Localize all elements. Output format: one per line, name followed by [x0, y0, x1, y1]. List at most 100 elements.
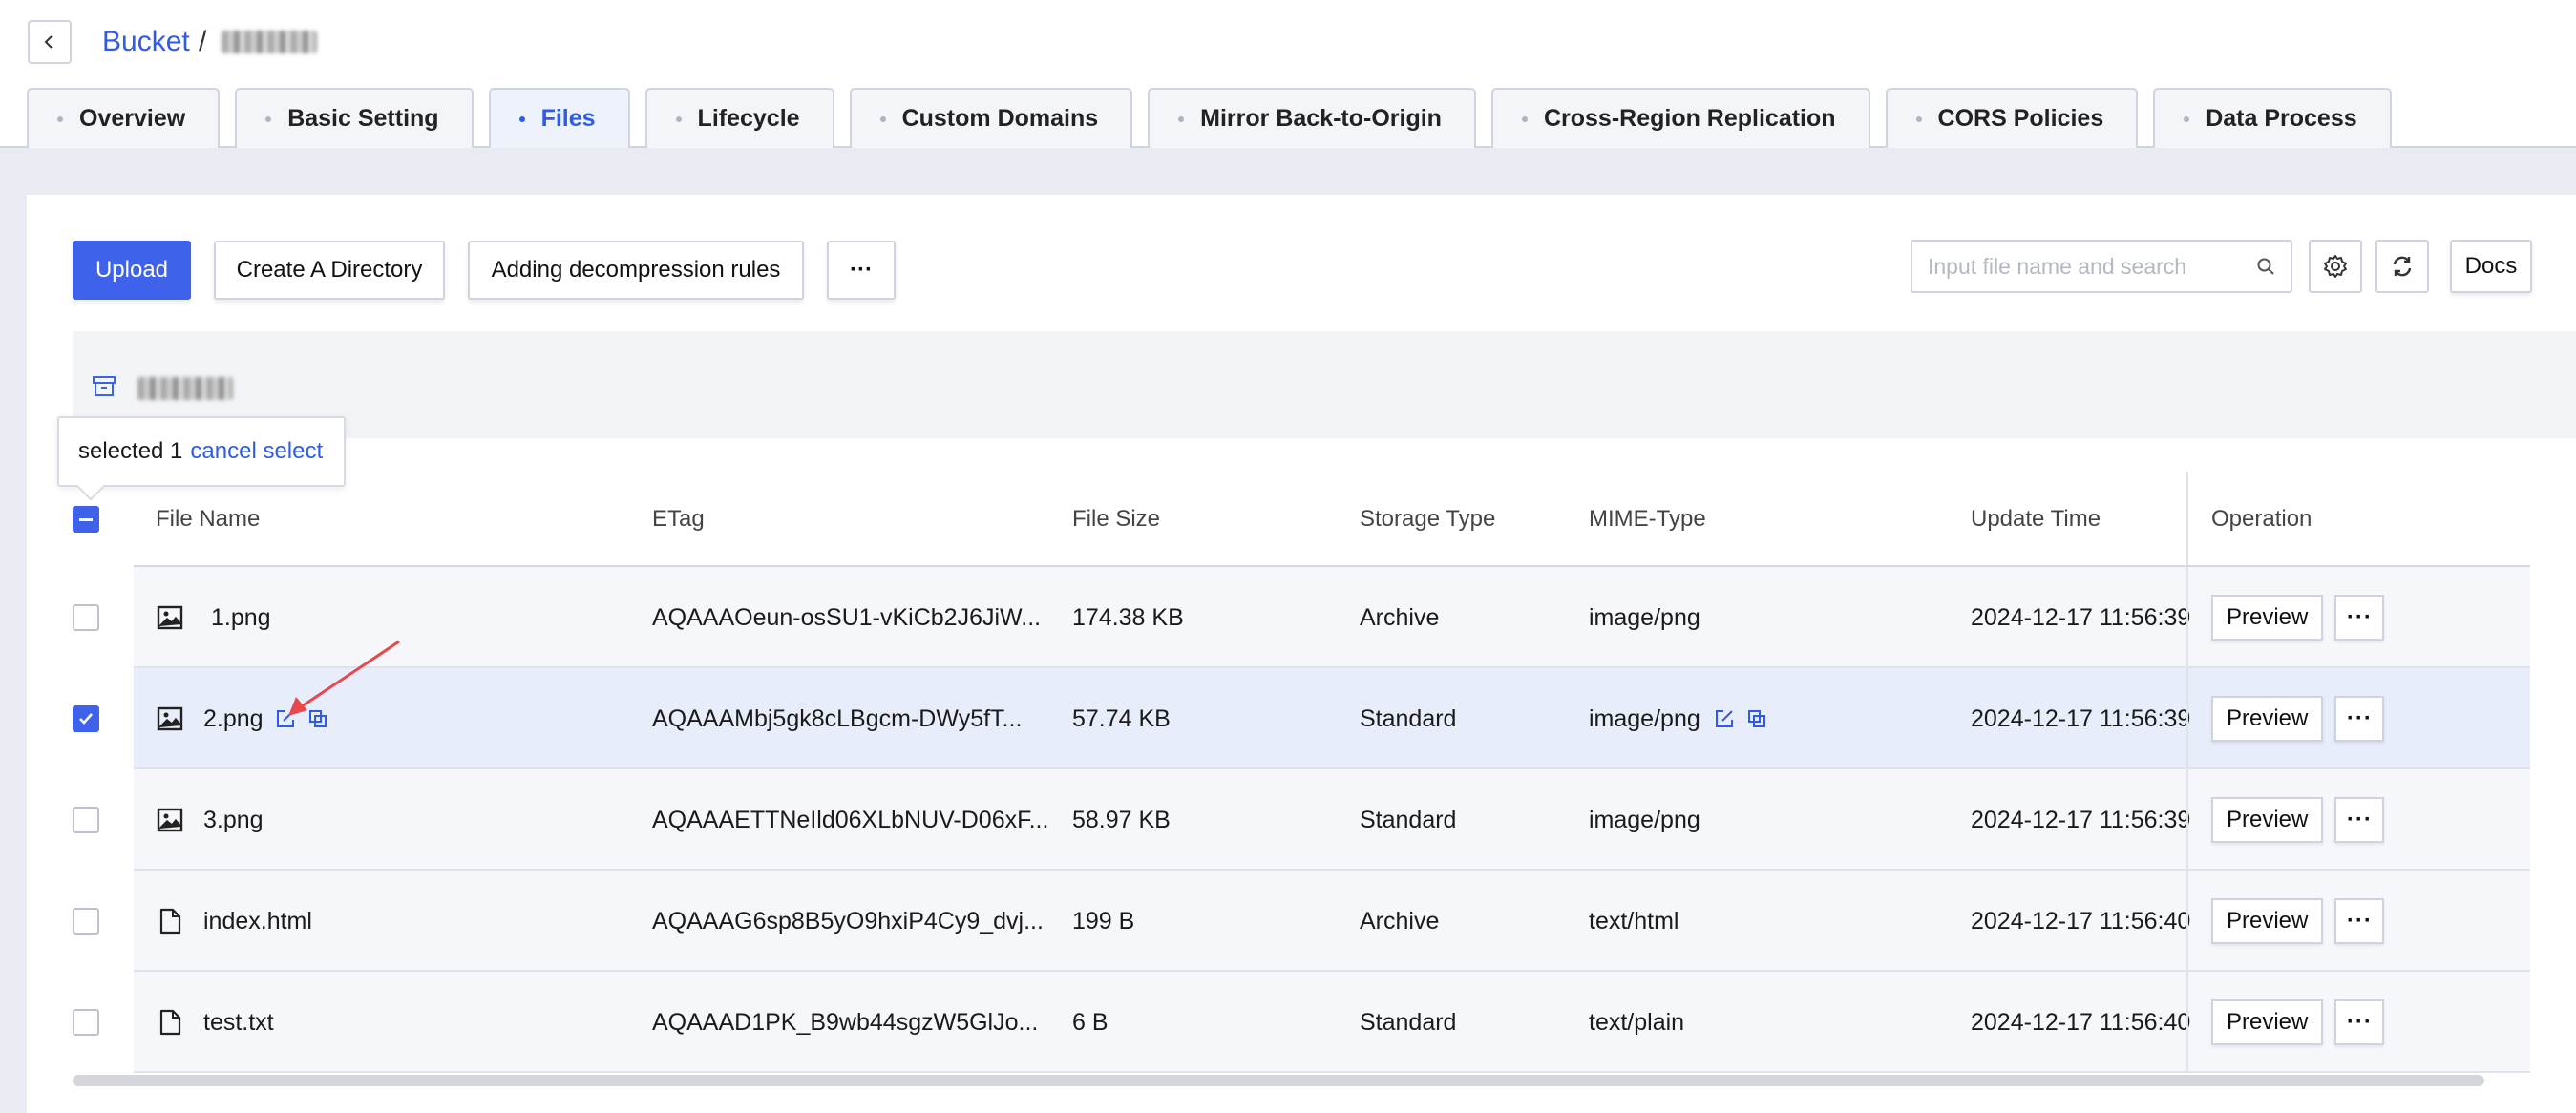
header-update-time: Update Time: [1971, 506, 2101, 532]
operation-cell: Preview ···: [2186, 871, 2530, 972]
update-time-cell: 2024-12-17 11:56:39: [1971, 806, 2191, 833]
row-checkbox[interactable]: [73, 705, 99, 732]
update-time-cell: 2024-12-17 11:56:39: [1971, 603, 2191, 631]
storage-type-cell: Standard: [1360, 806, 1457, 833]
back-button[interactable]: [28, 20, 72, 64]
row-more-button[interactable]: ···: [2334, 999, 2385, 1045]
search-box: [1911, 240, 2292, 293]
mime-type-value: image/png: [1589, 704, 1700, 732]
tab-dot: [518, 116, 525, 122]
tab-files[interactable]: Files: [488, 88, 630, 148]
table-row[interactable]: index.html AQAAAG6sp8B5yO9hxiP4Cy9_dvj..…: [27, 871, 2576, 972]
file-name[interactable]: index.html: [203, 908, 312, 935]
search-input[interactable]: [1928, 253, 2256, 280]
tab-dot: [1915, 116, 1922, 122]
breadcrumb-bucket-link[interactable]: Bucket: [102, 23, 190, 61]
file-name-cell: 1.png: [156, 567, 271, 668]
current-path-bar: [73, 331, 2576, 438]
file-size-cell: 6 B: [1072, 1008, 1109, 1036]
tab-custom-domains[interactable]: Custom Domains: [849, 88, 1133, 148]
file-name-cell: index.html: [156, 871, 312, 972]
more-actions-button[interactable]: ···: [827, 241, 896, 300]
annotation-arrow-icon: [288, 640, 400, 716]
tab-dot: [879, 116, 886, 122]
mime-type-cell: image/png: [1589, 806, 1700, 833]
tab-data-process[interactable]: Data Process: [2153, 88, 2392, 148]
row-checkbox[interactable]: [73, 908, 99, 934]
file-name[interactable]: 1.png: [211, 604, 271, 632]
upload-button[interactable]: Upload: [73, 241, 191, 300]
row-checkbox[interactable]: [73, 807, 99, 833]
tab-dot: [2184, 116, 2190, 122]
path-name-redacted: [137, 377, 233, 400]
page-header: Bucket / Overview Basic Setting Files Li…: [0, 0, 2576, 148]
tab-dot: [57, 116, 63, 122]
chevron-left-icon: [44, 35, 53, 49]
edit-icon[interactable]: [1714, 708, 1735, 729]
tab-dot: [265, 116, 272, 122]
tab-cors-policies[interactable]: CORS Policies: [1885, 88, 2139, 148]
file-name[interactable]: 2.png: [203, 705, 264, 733]
mime-type-cell: text/plain: [1589, 1008, 1685, 1036]
tab-mirror-back-to-origin[interactable]: Mirror Back-to-Origin: [1148, 88, 1476, 148]
docs-button[interactable]: Docs: [2450, 240, 2532, 293]
operation-cell: Preview ···: [2186, 769, 2530, 871]
preview-button[interactable]: Preview: [2211, 797, 2324, 843]
settings-button[interactable]: [2309, 240, 2362, 293]
row-more-button[interactable]: ···: [2334, 696, 2385, 742]
refresh-button[interactable]: [2375, 240, 2429, 293]
document-icon: [159, 908, 181, 934]
document-icon: [159, 1009, 181, 1036]
preview-button[interactable]: Preview: [2211, 898, 2324, 944]
table-row[interactable]: 3.png AQAAAETTNeIld06XLbNUV-D06xF... 58.…: [27, 769, 2576, 871]
row-more-button[interactable]: ···: [2334, 595, 2385, 640]
operation-cell: Preview ···: [2186, 972, 2530, 1073]
mime-type-cell: image/png: [1589, 668, 1767, 769]
search-icon[interactable]: [2256, 257, 2275, 276]
tab-bar: Overview Basic Setting Files Lifecycle C…: [27, 88, 2407, 148]
storage-type-cell: Standard: [1360, 1008, 1457, 1036]
mime-type-cell: image/png: [1589, 603, 1700, 631]
tab-overview[interactable]: Overview: [27, 88, 221, 148]
image-icon: [157, 706, 183, 731]
file-name[interactable]: 3.png: [203, 807, 264, 834]
tab-basic-setting[interactable]: Basic Setting: [235, 88, 474, 148]
file-name[interactable]: test.txt: [203, 1009, 274, 1037]
create-directory-button[interactable]: Create A Directory: [214, 241, 445, 300]
file-size-cell: 58.97 KB: [1072, 806, 1171, 833]
tab-dot: [1178, 116, 1185, 122]
row-more-button[interactable]: ···: [2334, 898, 2385, 944]
tab-label: Basic Setting: [287, 105, 439, 132]
selection-tooltip: selected 1 cancel select: [57, 416, 346, 487]
storage-type-cell: Archive: [1360, 603, 1440, 631]
add-decompression-rules-button[interactable]: Adding decompression rules: [468, 241, 804, 300]
select-all-checkbox[interactable]: [73, 506, 99, 533]
preview-button[interactable]: Preview: [2211, 999, 2324, 1045]
file-name-cell: 3.png: [156, 769, 264, 871]
row-checkbox[interactable]: [73, 604, 99, 631]
operation-cell: Preview ···: [2186, 668, 2530, 769]
preview-button[interactable]: Preview: [2211, 696, 2324, 742]
breadcrumb-separator: /: [199, 26, 207, 57]
cancel-select-link[interactable]: cancel select: [190, 438, 323, 465]
row-checkbox[interactable]: [73, 1009, 99, 1036]
header-file-size: File Size: [1072, 506, 1161, 532]
copy-icon[interactable]: [1746, 708, 1767, 729]
tab-label: Overview: [79, 105, 186, 132]
etag-cell: AQAAAMbj5gk8cLBgcm-DWy5fT...: [652, 704, 1023, 732]
header-operation: Operation: [2186, 472, 2530, 567]
image-icon: [157, 808, 183, 832]
tab-lifecycle[interactable]: Lifecycle: [644, 88, 834, 148]
update-time-cell: 2024-12-17 11:56:40: [1971, 1008, 2191, 1036]
files-panel: Upload Create A Directory Adding decompr…: [27, 195, 2576, 1113]
checkmark-icon: [79, 713, 93, 724]
file-size-cell: 199 B: [1072, 907, 1135, 934]
tab-cross-region-replication[interactable]: Cross-Region Replication: [1490, 88, 1870, 148]
storage-type-cell: Standard: [1360, 704, 1457, 732]
header-etag: ETag: [652, 506, 705, 532]
row-more-button[interactable]: ···: [2334, 797, 2385, 843]
table-row[interactable]: test.txt AQAAAD1PK_B9wb44sgzW5GlJo... 6 …: [27, 972, 2576, 1073]
tab-label: Cross-Region Replication: [1543, 105, 1836, 132]
horizontal-scrollbar[interactable]: [73, 1075, 2484, 1086]
preview-button[interactable]: Preview: [2211, 595, 2324, 640]
